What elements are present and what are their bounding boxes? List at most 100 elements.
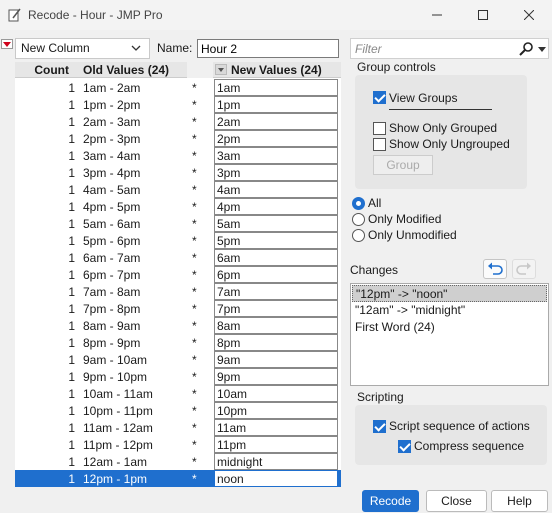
changes-list: "12pm" -> "noon" "12am" -> "midnight" Fi… bbox=[350, 283, 549, 386]
table-row[interactable]: 1 11am - 12am * bbox=[15, 419, 341, 436]
new-value-input[interactable] bbox=[214, 130, 338, 147]
table-row[interactable]: 1 1pm - 2pm * bbox=[15, 96, 341, 113]
table-row[interactable]: 1 3pm - 4pm * bbox=[15, 164, 341, 181]
old-value-cell: 6am - 7am bbox=[83, 251, 141, 265]
search-icon[interactable] bbox=[519, 42, 533, 56]
show-only-ungrouped-checkbox[interactable] bbox=[373, 138, 386, 151]
old-value-cell: 1am - 2am bbox=[83, 81, 141, 95]
view-groups-label: View Groups bbox=[389, 91, 458, 105]
table-row[interactable]: 1 7pm - 8pm * bbox=[15, 300, 341, 317]
only-modified-radio[interactable] bbox=[352, 213, 365, 226]
old-value-cell: 1pm - 2pm bbox=[83, 98, 141, 112]
table-row[interactable]: 1 11pm - 12pm * bbox=[15, 436, 341, 453]
script-sequence-checkbox[interactable] bbox=[373, 420, 386, 433]
table-row[interactable]: 1 4pm - 5pm * bbox=[15, 198, 341, 215]
redo-button[interactable] bbox=[512, 259, 536, 279]
new-value-input[interactable] bbox=[214, 402, 338, 419]
change-item[interactable]: "12am" -> "midnight" bbox=[352, 302, 547, 319]
table-row[interactable]: 1 6pm - 7pm * bbox=[15, 266, 341, 283]
only-unmodified-radio[interactable] bbox=[352, 229, 365, 242]
new-value-input[interactable] bbox=[214, 436, 338, 453]
minimize-button[interactable] bbox=[414, 0, 460, 30]
table-row[interactable]: 1 8pm - 9pm * bbox=[15, 334, 341, 351]
table-row[interactable]: 1 8am - 9am * bbox=[15, 317, 341, 334]
old-values-header[interactable]: Old Values (24) bbox=[83, 63, 169, 77]
modified-marker: * bbox=[192, 132, 197, 146]
new-value-input[interactable] bbox=[214, 266, 338, 283]
new-value-input[interactable] bbox=[214, 419, 338, 436]
redo-icon bbox=[516, 262, 531, 275]
new-value-input[interactable] bbox=[214, 368, 338, 385]
maximize-button[interactable] bbox=[460, 0, 506, 30]
new-value-input[interactable] bbox=[214, 113, 338, 130]
new-value-input[interactable] bbox=[214, 334, 338, 351]
table-row[interactable]: 1 10am - 11am * bbox=[15, 385, 341, 402]
old-value-cell: 3pm - 4pm bbox=[83, 166, 141, 180]
new-value-input[interactable] bbox=[214, 283, 338, 300]
new-value-input[interactable] bbox=[214, 470, 338, 487]
recode-app-icon bbox=[8, 8, 21, 22]
undo-button[interactable] bbox=[483, 259, 507, 279]
new-value-input[interactable] bbox=[214, 181, 338, 198]
table-row[interactable]: 1 1am - 2am * bbox=[15, 79, 341, 96]
count-cell: 1 bbox=[68, 183, 75, 197]
new-value-input[interactable] bbox=[214, 79, 338, 96]
table-row[interactable]: 1 9pm - 10pm * bbox=[15, 368, 341, 385]
new-value-input[interactable] bbox=[214, 385, 338, 402]
help-button[interactable]: Help bbox=[491, 490, 548, 512]
close-button[interactable]: Close bbox=[426, 490, 487, 512]
change-item[interactable]: "12pm" -> "noon" bbox=[352, 285, 547, 302]
old-value-cell: 8pm - 9pm bbox=[83, 336, 141, 350]
scripting-panel bbox=[355, 405, 547, 465]
view-groups-checkbox[interactable] bbox=[373, 91, 386, 104]
old-value-cell: 5am - 6am bbox=[83, 217, 141, 231]
table-row[interactable]: 1 12am - 1am * bbox=[15, 453, 341, 470]
all-radio[interactable] bbox=[352, 197, 365, 210]
new-value-input[interactable] bbox=[214, 215, 338, 232]
new-value-input[interactable] bbox=[214, 351, 338, 368]
table-row[interactable]: 1 2pm - 3pm * bbox=[15, 130, 341, 147]
table-row[interactable]: 1 9am - 10am * bbox=[15, 351, 341, 368]
count-cell: 1 bbox=[68, 115, 75, 129]
table-row[interactable]: 1 10pm - 11pm * bbox=[15, 402, 341, 419]
count-cell: 1 bbox=[68, 217, 75, 231]
table-row[interactable]: 1 4am - 5am * bbox=[15, 181, 341, 198]
close-window-button[interactable] bbox=[506, 0, 552, 30]
count-cell: 1 bbox=[68, 149, 75, 163]
table-row[interactable]: 1 5pm - 6pm * bbox=[15, 232, 341, 249]
new-value-input[interactable] bbox=[214, 300, 338, 317]
table-row[interactable]: 1 2am - 3am * bbox=[15, 113, 341, 130]
table-row[interactable]: 1 3am - 4am * bbox=[15, 147, 341, 164]
new-value-input[interactable] bbox=[214, 232, 338, 249]
new-value-input[interactable] bbox=[214, 96, 338, 113]
group-button[interactable]: Group bbox=[373, 155, 433, 175]
new-value-input[interactable] bbox=[214, 164, 338, 181]
new-value-input[interactable] bbox=[214, 317, 338, 334]
old-value-cell: 10am - 11am bbox=[83, 387, 153, 401]
new-value-input[interactable] bbox=[214, 453, 338, 470]
column-name-input[interactable] bbox=[197, 39, 339, 58]
script-sequence-label: Script sequence of actions bbox=[389, 419, 530, 433]
count-header[interactable]: Count bbox=[17, 63, 77, 77]
table-row[interactable]: 1 6am - 7am * bbox=[15, 249, 341, 266]
filter-field[interactable]: Filter bbox=[350, 38, 549, 59]
compress-sequence-checkbox[interactable] bbox=[398, 440, 411, 453]
red-triangle-menu-icon[interactable] bbox=[1, 39, 13, 49]
old-value-cell: 7pm - 8pm bbox=[83, 302, 141, 316]
count-cell: 1 bbox=[68, 472, 75, 486]
target-column-dropdown[interactable]: New Column bbox=[15, 38, 150, 59]
new-values-menu-icon[interactable] bbox=[215, 64, 227, 75]
change-item[interactable]: First Word (24) bbox=[352, 319, 547, 336]
new-value-input[interactable] bbox=[214, 147, 338, 164]
new-value-input[interactable] bbox=[214, 198, 338, 215]
table-row[interactable]: 1 5am - 6am * bbox=[15, 215, 341, 232]
recode-button[interactable]: Recode bbox=[362, 490, 419, 512]
only-unmodified-label: Only Unmodified bbox=[368, 228, 457, 242]
show-only-grouped-checkbox[interactable] bbox=[373, 122, 386, 135]
new-values-header[interactable]: New Values (24) bbox=[215, 63, 337, 77]
table-row[interactable]: 1 7am - 8am * bbox=[15, 283, 341, 300]
new-value-input[interactable] bbox=[214, 249, 338, 266]
modified-marker: * bbox=[192, 166, 197, 180]
filter-options-arrow-icon[interactable] bbox=[538, 47, 546, 52]
table-row[interactable]: 1 12pm - 1pm * bbox=[15, 470, 341, 487]
